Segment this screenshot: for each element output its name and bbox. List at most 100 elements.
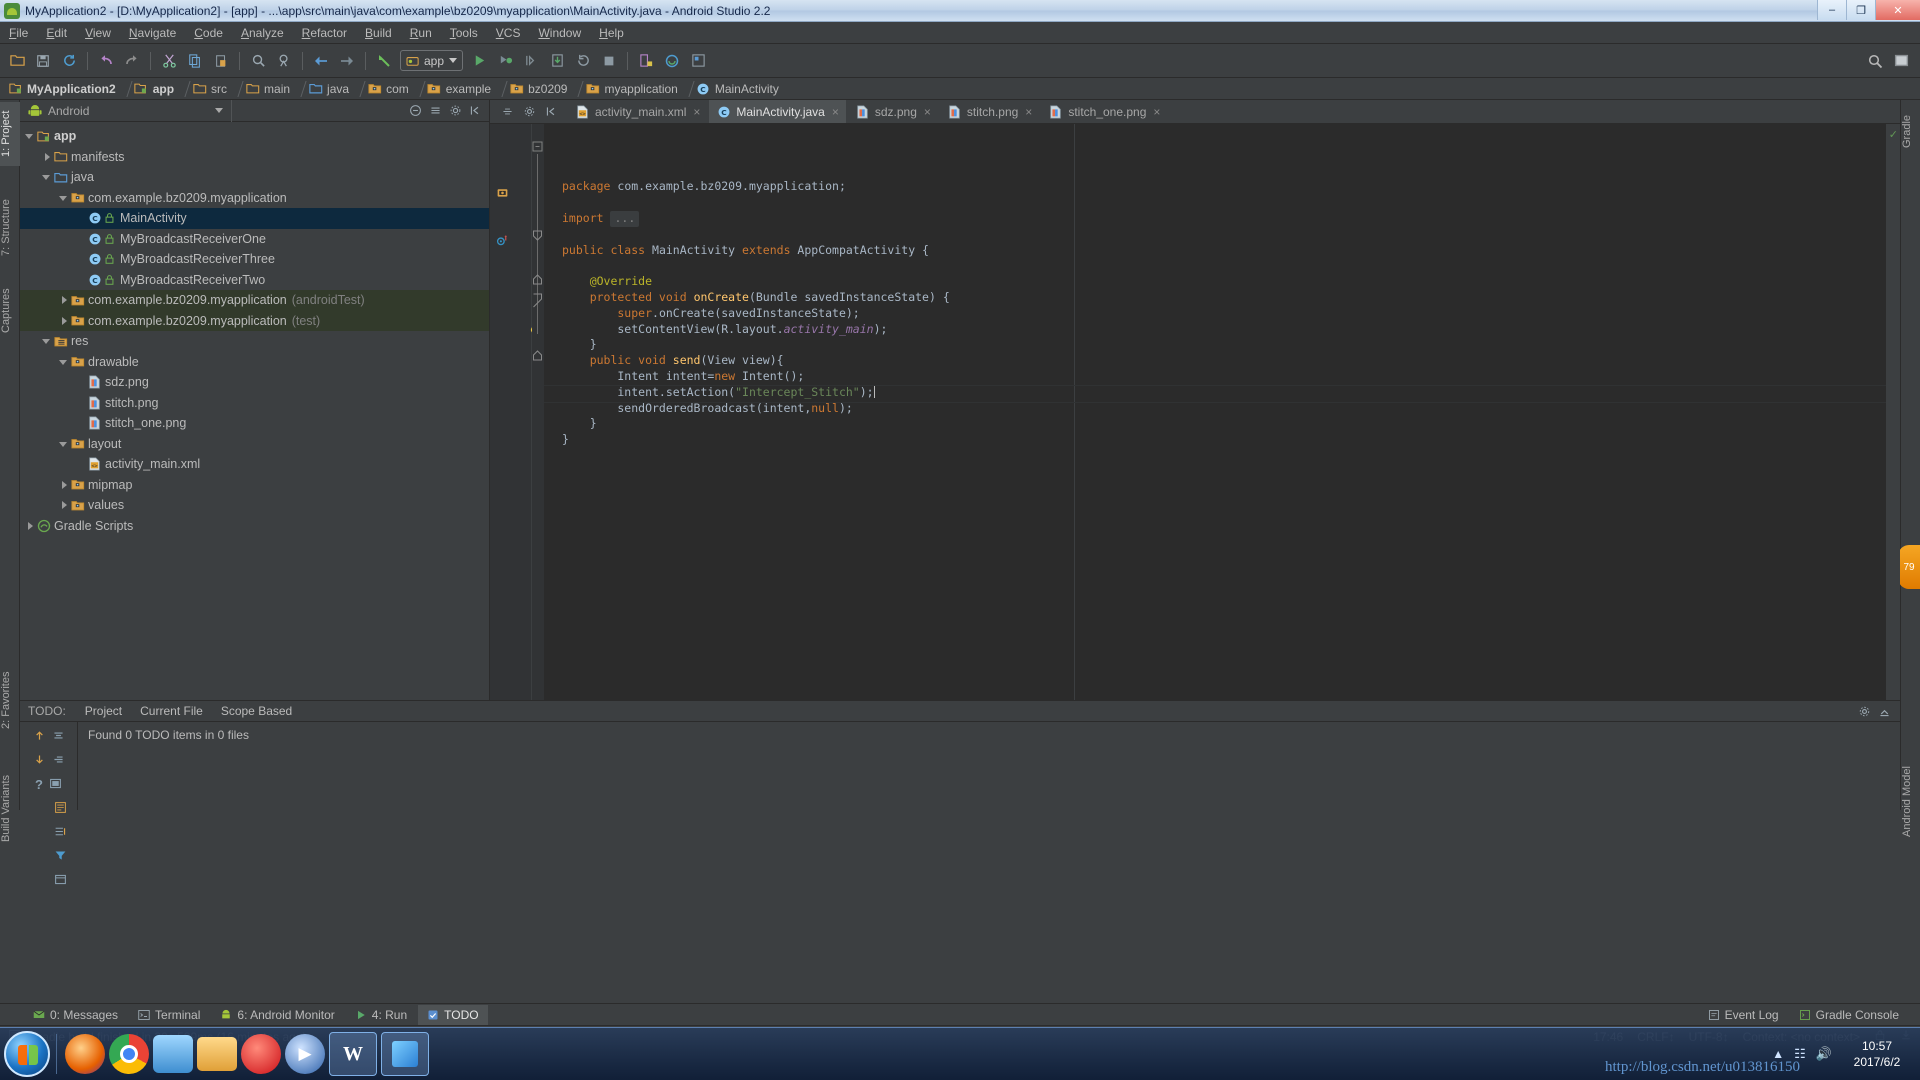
code-line[interactable]: sendOrderedBroadcast(intent,null); <box>544 401 1900 417</box>
code-line[interactable]: } <box>544 337 1900 353</box>
debug-icon[interactable] <box>493 49 517 73</box>
bottom-tab-4-run[interactable]: 4: Run <box>346 1005 416 1025</box>
floating-status-widget[interactable]: 79 <box>1898 545 1920 589</box>
sdk-manager-icon[interactable] <box>634 49 658 73</box>
tree-node-com-example-bz0209-myapplication[interactable]: com.example.bz0209.myapplication <box>20 188 489 209</box>
editor-tab-activity-main-xml[interactable]: <> activity_main.xml × <box>568 100 707 123</box>
todo-tab-current-file[interactable]: Current File <box>131 702 212 720</box>
code-line[interactable]: package com.example.bz0209.myapplication… <box>544 179 1900 195</box>
search-everywhere-icon[interactable] <box>1863 49 1887 73</box>
bottom-tab-terminal[interactable]: Terminal <box>129 1005 209 1025</box>
sidebar-item-captures[interactable]: Captures <box>0 278 20 344</box>
class-marker-icon[interactable] <box>496 186 509 204</box>
down-arrow-icon[interactable] <box>33 753 46 771</box>
taskbar-word[interactable]: W <box>329 1032 377 1076</box>
code-line[interactable]: super.onCreate(savedInstanceState); <box>544 306 1900 322</box>
code-line[interactable]: } <box>544 432 1900 448</box>
copy-icon[interactable] <box>54 801 67 819</box>
filter-icon[interactable] <box>54 849 67 867</box>
chevron-right-icon[interactable] <box>58 294 70 306</box>
settings-icon[interactable] <box>518 101 540 123</box>
layout-editor-icon[interactable] <box>1889 49 1913 73</box>
tree-node-stitch-png[interactable]: stitch.png <box>20 393 489 414</box>
editor-gutter[interactable] <box>490 124 538 700</box>
tree-node-res[interactable]: res <box>20 331 489 352</box>
breadcrumb-item-mainactivity[interactable]: C MainActivity <box>694 78 781 100</box>
code-line[interactable]: setContentView(R.layout.activity_main); <box>544 322 1900 338</box>
menu-item-view[interactable]: View <box>76 23 120 43</box>
code-line[interactable]: intent.setAction("Intercept_Stitch"); <box>544 384 1900 403</box>
undo-icon[interactable] <box>94 49 118 73</box>
breadcrumb-item-myapplication[interactable]: myapplication <box>583 78 679 100</box>
breadcrumb-item-src[interactable]: src <box>190 78 229 100</box>
find-icon[interactable] <box>246 49 270 73</box>
editor-tab-sdz-png[interactable]: sdz.png × <box>848 100 938 123</box>
tree-node-mybroadcastreceiverthree[interactable]: C MyBroadcastReceiverThree <box>20 249 489 270</box>
settings-icon[interactable] <box>445 101 465 121</box>
tree-node-stitch-one-png[interactable]: stitch_one.png <box>20 413 489 434</box>
copy-icon[interactable] <box>183 49 207 73</box>
override-method-icon[interactable] <box>496 234 509 252</box>
tree-node-layout[interactable]: layout <box>20 434 489 455</box>
menu-item-window[interactable]: Window <box>529 23 590 43</box>
tree-node-com-example-bz0209-myapplication[interactable]: com.example.bz0209.myapplication (test) <box>20 310 489 331</box>
tree-node-mybroadcastreceivertwo[interactable]: C MyBroadcastReceiverTwo <box>20 270 489 291</box>
menu-item-tools[interactable]: Tools <box>441 23 487 43</box>
code-text[interactable]: package com.example.bz0209.myapplication… <box>544 124 1900 700</box>
paste-icon[interactable] <box>209 49 233 73</box>
code-folding-column[interactable] <box>532 124 544 700</box>
panel-icon[interactable] <box>54 873 67 891</box>
code-line[interactable]: import ... <box>544 210 1900 227</box>
avd-manager-icon[interactable] <box>660 49 684 73</box>
start-button[interactable] <box>4 1031 50 1077</box>
taskbar-opera[interactable] <box>241 1034 281 1074</box>
redo-icon[interactable] <box>120 49 144 73</box>
layout-inspector-icon[interactable] <box>686 49 710 73</box>
sync-icon[interactable] <box>57 49 81 73</box>
bottom-tab-0-messages[interactable]: 0: Messages <box>24 1005 127 1025</box>
forward-icon[interactable] <box>335 49 359 73</box>
menu-item-code[interactable]: Code <box>185 23 232 43</box>
taskbar-chrome[interactable] <box>109 1034 149 1074</box>
tree-node-manifests[interactable]: manifests <box>20 147 489 168</box>
chevron-right-icon[interactable] <box>58 499 70 511</box>
run-step-icon[interactable] <box>519 49 543 73</box>
taskbar-folder[interactable] <box>197 1037 237 1071</box>
chevron-right-icon[interactable] <box>24 520 36 532</box>
close-icon[interactable]: × <box>832 105 839 119</box>
tree-node-mipmap[interactable]: mipmap <box>20 475 489 496</box>
maximize-button[interactable]: ❐ <box>1846 0 1875 20</box>
taskbar-clock[interactable]: 10:57 2017/6/2 <box>1842 1038 1916 1070</box>
last-edit-icon[interactable] <box>372 49 396 73</box>
menu-item-refactor[interactable]: Refactor <box>293 23 356 43</box>
close-button[interactable]: ✕ <box>1875 0 1920 20</box>
code-line[interactable]: } <box>544 416 1900 432</box>
chevron-down-icon[interactable] <box>58 192 70 204</box>
tree-node-mainactivity[interactable]: C MainActivity <box>20 208 489 229</box>
code-line[interactable]: @Override <box>544 274 1900 290</box>
code-editor[interactable]: package com.example.bz0209.myapplication… <box>490 124 1900 700</box>
editor-tab-stitch-png[interactable]: stitch.png × <box>940 100 1039 123</box>
chevron-down-icon[interactable] <box>41 171 53 183</box>
menu-item-file[interactable]: File <box>0 23 37 43</box>
install-apk-icon[interactable] <box>545 49 569 73</box>
breadcrumb-item-myapplication2[interactable]: MyApplication2 <box>6 78 118 100</box>
menu-item-build[interactable]: Build <box>356 23 401 43</box>
project-view-selector[interactable]: Android <box>20 99 232 122</box>
tree-node-drawable[interactable]: drawable <box>20 352 489 373</box>
sidebar-item-build-variants[interactable]: Build Variants <box>0 760 20 856</box>
help-icon[interactable]: ? <box>35 777 43 795</box>
code-line[interactable] <box>544 227 1900 243</box>
hide-icon[interactable] <box>1874 705 1894 718</box>
menu-item-edit[interactable]: Edit <box>37 23 76 43</box>
sidebar-item-project[interactable]: 1: Project <box>0 102 20 166</box>
menu-item-run[interactable]: Run <box>401 23 441 43</box>
project-tree[interactable]: app manifests java com.example.bz0209.myapp… <box>20 122 489 536</box>
tree-node-gradle-scripts[interactable]: Gradle Scripts <box>20 516 489 537</box>
code-line[interactable]: protected void onCreate(Bundle savedInst… <box>544 290 1900 306</box>
group-icon[interactable] <box>52 753 65 771</box>
menu-item-vcs[interactable]: VCS <box>487 23 530 43</box>
run-icon[interactable] <box>467 49 491 73</box>
chevron-down-icon[interactable] <box>58 356 70 368</box>
chevron-down-icon[interactable] <box>58 438 70 450</box>
